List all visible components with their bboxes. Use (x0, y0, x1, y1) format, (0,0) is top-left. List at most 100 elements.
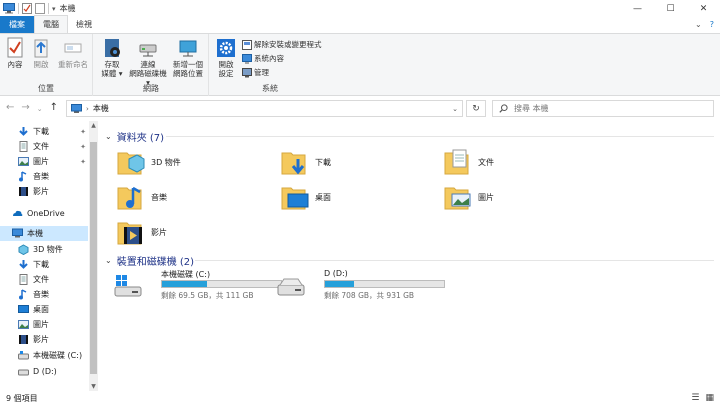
folder-item-music[interactable]: 音樂 (117, 180, 277, 214)
open-settings-label: 開啟 設定 (218, 60, 234, 78)
collapse-ribbon-icon[interactable]: ⌄ (695, 20, 702, 29)
breadcrumb-this-pc[interactable]: 本機 (93, 103, 109, 114)
programs-icon (242, 39, 252, 50)
nav-item-onedrive[interactable]: OneDrive (0, 206, 88, 221)
nav-item-pictures[interactable]: 圖片 (0, 317, 88, 332)
drive-usage-fill (162, 281, 207, 287)
large-icons-view-icon[interactable]: ▦ (705, 393, 714, 403)
nav-item-music-quick[interactable]: 音樂 (0, 169, 88, 184)
nav-item-3d-objects[interactable]: 3D 物件 (0, 242, 88, 257)
folder-item-videos[interactable]: 影片 (117, 215, 277, 249)
nav-item-videos-quick[interactable]: 影片 (0, 184, 88, 199)
tab-file[interactable]: 檔案 (0, 16, 34, 33)
nav-item-music[interactable]: 音樂 (0, 287, 88, 302)
nav-label: 音樂 (33, 290, 49, 299)
open-button[interactable]: 開啟 (30, 37, 52, 69)
scrollbar-thumb[interactable] (90, 142, 97, 374)
title-bar: ▾ 本機 — ☐ ✕ (0, 0, 720, 17)
pin-icon[interactable]: ✦ (80, 143, 86, 151)
folder-item-downloads[interactable]: 下載 (281, 145, 441, 179)
nav-item-this-pc[interactable]: 本機 (0, 226, 88, 241)
nav-label: 桌面 (33, 305, 49, 314)
map-network-drive-button[interactable]: 連線 網路磁碟機 ▾ (128, 37, 168, 87)
search-icon (499, 104, 508, 113)
folders-header-label: 資料夾 (7) (116, 133, 165, 144)
nav-item-drive-d[interactable]: D (D:) (0, 364, 88, 379)
drive-item-c[interactable]: 本機磁碟 (C:) 剩餘 69.5 GB，共 111 GB (114, 269, 282, 303)
forward-arrow-icon[interactable]: → (21, 102, 29, 116)
onedrive-icon (13, 210, 23, 216)
uninstall-programs-button[interactable]: 解除安裝或變更程式 (242, 39, 322, 50)
rename-button[interactable]: 重新命名 (56, 37, 90, 69)
gear-icon (217, 39, 235, 57)
nav-item-documents[interactable]: 文件 (0, 272, 88, 287)
music-folder-icon (117, 186, 142, 210)
3d-objects-folder-icon (117, 152, 145, 175)
tab-computer[interactable]: 電腦 (34, 15, 68, 33)
new-folder-icon[interactable] (35, 3, 45, 14)
nav-item-videos[interactable]: 影片 (0, 332, 88, 347)
address-dropdown-icon[interactable]: ⌄ (452, 105, 458, 113)
scroll-down-icon[interactable]: ▼ (89, 383, 98, 390)
properties-button[interactable]: 內容 (4, 37, 26, 69)
help-icon[interactable]: ? (710, 20, 714, 29)
scroll-up-icon[interactable]: ▲ (89, 122, 98, 129)
search-input[interactable]: 搜尋 本機 (492, 100, 714, 117)
folder-item-3d-objects[interactable]: 3D 物件 (117, 145, 277, 179)
collapse-chevron-icon[interactable]: ⌄ (105, 256, 112, 265)
folder-item-pictures[interactable]: 圖片 (444, 180, 604, 214)
pin-icon[interactable]: ✦ (80, 158, 86, 166)
folders-section-header[interactable]: ⌄ 資料夾 (7) (105, 129, 164, 144)
open-label: 開啟 (33, 60, 49, 69)
folder-item-desktop[interactable]: 桌面 (281, 180, 441, 214)
close-button[interactable]: ✕ (687, 0, 720, 17)
picture-icon (18, 320, 29, 329)
open-settings-button[interactable]: 開啟 設定 (214, 37, 238, 78)
properties-icon (7, 37, 23, 58)
maximize-button[interactable]: ☐ (654, 0, 687, 17)
manage-button[interactable]: 管理 (242, 67, 269, 78)
back-arrow-icon[interactable]: ← (6, 102, 14, 116)
group-location: 內容 開啟 重新命名 位置 (0, 34, 93, 96)
system-properties-label: 系統內容 (254, 54, 284, 63)
pin-icon[interactable]: ✦ (80, 128, 86, 136)
system-properties-button[interactable]: 系統內容 (242, 53, 284, 64)
collapse-chevron-icon[interactable]: ⌄ (105, 132, 112, 141)
customize-qat-icon[interactable]: ▾ (52, 5, 56, 13)
access-media-button[interactable]: 存取 媒體 ▾ (98, 37, 126, 78)
download-icon (19, 127, 28, 136)
desktop-folder-icon (281, 187, 309, 210)
network-location-icon (179, 40, 197, 57)
nav-label: 影片 (33, 187, 49, 196)
nav-item-downloads[interactable]: 下載 (0, 257, 88, 272)
ribbon-tabs: 檔案 電腦 檢視 ⌄ ? (0, 15, 720, 34)
up-arrow-icon[interactable]: ↑ (50, 102, 58, 116)
details-view-icon[interactable]: ☰ (691, 393, 699, 403)
folder-item-documents[interactable]: 文件 (444, 145, 604, 179)
refresh-button[interactable]: ↻ (466, 100, 486, 117)
add-network-location-label: 新增一個 網路位置 (173, 60, 203, 78)
nav-label: 下載 (33, 127, 49, 136)
group-system: 開啟 設定 解除安裝或變更程式 系統內容 管理 系統 (210, 34, 330, 96)
breadcrumb-separator[interactable]: › (86, 105, 89, 113)
window-title: 本機 (59, 4, 76, 13)
documents-folder-icon (444, 149, 469, 175)
nav-item-desktop[interactable]: 桌面 (0, 302, 88, 317)
nav-item-pictures-quick[interactable]: 圖片 ✦ (0, 154, 88, 169)
nav-label: 文件 (33, 275, 49, 284)
drives-section-header[interactable]: ⌄ 裝置和磁碟機 (2) (105, 253, 194, 268)
nav-item-documents-quick[interactable]: 文件 ✦ (0, 139, 88, 154)
add-network-location-button[interactable]: 新增一個 網路位置 (170, 37, 206, 78)
properties-icon[interactable] (22, 3, 32, 14)
folder-label: 音樂 (151, 192, 167, 202)
address-box[interactable]: › 本機 ⌄ (66, 100, 463, 117)
recent-locations-icon[interactable]: ⌄ (37, 102, 43, 116)
nav-item-downloads-quick[interactable]: 下載 ✦ (0, 124, 88, 139)
nav-scrollbar[interactable]: ▲ ▼ (89, 121, 98, 391)
nav-item-drive-c[interactable]: 本機磁碟 (C:) (0, 348, 88, 363)
drive-item-d[interactable]: D (D:) 剩餘 708 GB，共 931 GB (277, 269, 445, 303)
desktop-icon (18, 305, 29, 313)
tab-view[interactable]: 檢視 (68, 16, 100, 33)
minimize-button[interactable]: — (621, 0, 654, 17)
music-icon (19, 171, 27, 182)
